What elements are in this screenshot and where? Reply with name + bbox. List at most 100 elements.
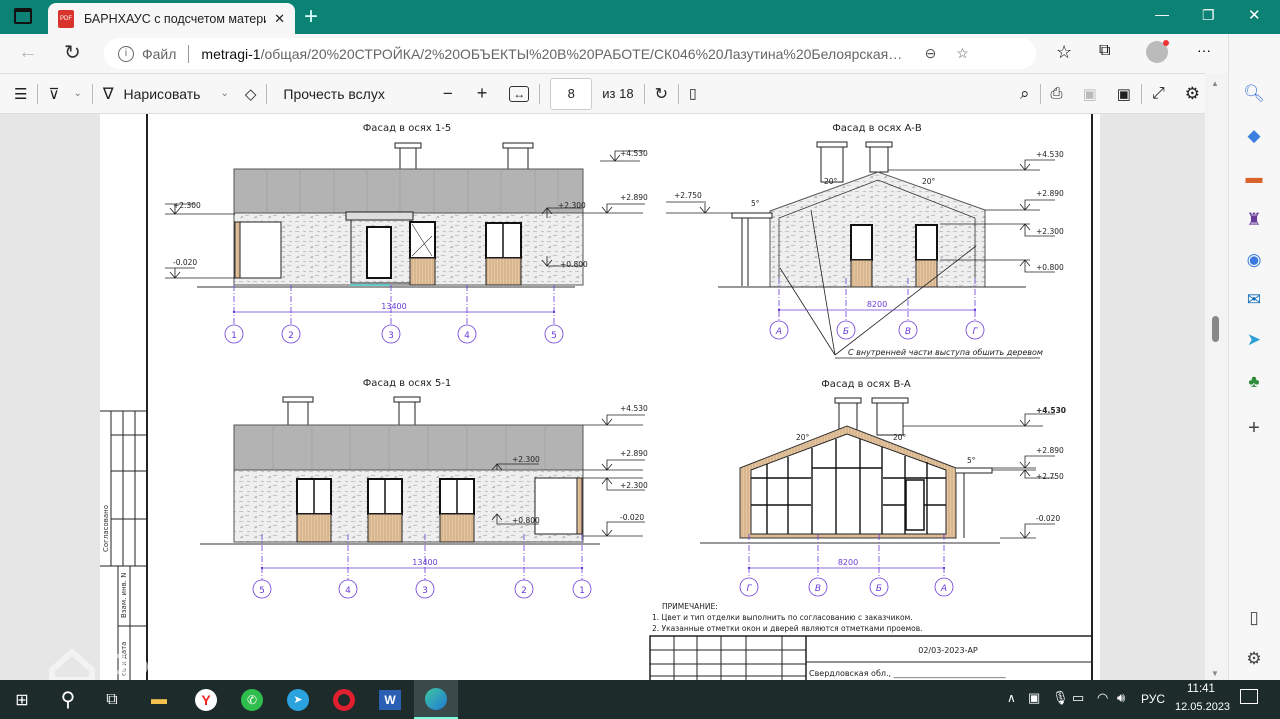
tree-icon[interactable]: ♣ [1242, 370, 1266, 394]
url-host: metragi-1 [201, 45, 261, 62]
level-label: +4.530 [1036, 406, 1066, 415]
close-window-button[interactable]: ✕ [1248, 6, 1261, 24]
pdf-viewport: Согласовано Взам. инв. N сь и дата Фасад… [0, 114, 1205, 680]
slope-label: 20° [893, 433, 907, 442]
add-favorite-icon[interactable]: ☆ [956, 45, 969, 62]
search-icon[interactable]: ⌕ [1020, 84, 1030, 104]
fit-width-icon[interactable]: ↔ [509, 85, 530, 102]
file-label: Файл [142, 45, 177, 62]
settings-icon[interactable]: ⚙ [1242, 647, 1266, 671]
slope-label: 20° [796, 433, 810, 442]
url-path: /общая/20%20СТРОЙКА/2%20ОБЪЕКТЫ%20В%20РА… [260, 45, 911, 62]
word-icon[interactable]: W [368, 680, 412, 719]
search-icon[interactable]: ⚲ [46, 680, 90, 719]
outlook-icon[interactable]: ✉ [1242, 288, 1266, 312]
level-label: +4.530 [1036, 150, 1064, 159]
search-icon[interactable]: 🔍︎ [1242, 82, 1266, 106]
minimize-button[interactable]: — [1155, 6, 1169, 22]
rotate-icon[interactable]: ↻ [655, 84, 668, 104]
task-view-icon[interactable]: ⧉ [90, 680, 134, 719]
domclick-watermark: Домклик [49, 647, 250, 680]
volume-icon[interactable]: 🔊︎ [1117, 690, 1125, 706]
level-label: +0.800 [560, 260, 588, 269]
fullscreen-icon[interactable]: ⤢ [1152, 85, 1165, 103]
level-label: +2.300 [512, 455, 540, 464]
info-icon[interactable]: i [118, 45, 134, 62]
facade-title: Фасад в осях 5-1 [363, 378, 452, 389]
contents-icon[interactable]: ☰ [14, 85, 27, 103]
axis-label: 1 [231, 331, 237, 341]
whatsapp-icon[interactable]: ✆ [230, 680, 274, 719]
notification-center-icon[interactable] [1240, 689, 1258, 704]
address-bar[interactable]: i Файл metragi-1 /общая/20%20СТРОЙКА/2%2… [104, 38, 1036, 69]
tray-chevron-icon[interactable]: ∧ [1007, 691, 1016, 705]
page-view-icon[interactable]: ▯ [689, 85, 697, 102]
favorites-icon[interactable]: ☆ [1056, 42, 1072, 63]
axis-label: 1 [579, 586, 585, 596]
windows-start-icon[interactable]: ⊞ [0, 680, 44, 719]
axis-label: 5 [259, 586, 265, 596]
chevron-down-icon[interactable]: ⌄ [73, 88, 81, 99]
edge-icon[interactable] [414, 680, 458, 719]
page-number-input[interactable]: 8 [550, 77, 593, 110]
close-tab-icon[interactable]: ✕ [274, 11, 285, 27]
eraser-icon[interactable]: ◇ [245, 85, 257, 103]
cladding-note: С внутренней части выступа обшить дерево… [848, 348, 1043, 357]
settings-icon[interactable]: ⚙ [1185, 84, 1200, 104]
games-chess-icon[interactable]: ♜ [1242, 208, 1266, 232]
collections-icon[interactable]: ⧉ [1099, 42, 1110, 60]
language-indicator[interactable]: РУС [1141, 692, 1165, 706]
axis-label: 3 [422, 586, 428, 596]
zoom-out-button[interactable]: − [443, 84, 453, 104]
highlight-icon[interactable]: ⊽ [48, 85, 59, 103]
level-label: +2.750 [674, 191, 702, 200]
tools-briefcase-icon[interactable]: ▬ [1242, 166, 1266, 190]
opera-icon[interactable] [322, 680, 366, 719]
scroll-down-arrow[interactable]: ▼ [1211, 669, 1219, 678]
zoom-in-button[interactable]: + [477, 83, 488, 104]
level-label: +2.300 [1036, 227, 1064, 236]
send-icon[interactable]: ➤ [1242, 328, 1266, 352]
tab-active[interactable]: PDF БАРНХАУС с подсчетом матери ✕ [48, 3, 295, 34]
notes-heading: ПРИМЕЧАНИЕ: [662, 602, 718, 611]
level-label: +2.890 [1036, 446, 1064, 455]
vertical-scrollbar[interactable]: ▲ ▼ [1205, 73, 1228, 680]
wifi-icon[interactable]: ◠ [1097, 690, 1108, 706]
yandex-browser-icon[interactable]: Y [184, 680, 228, 719]
new-tab-button[interactable]: + [304, 3, 318, 31]
refresh-icon[interactable]: ↻ [64, 40, 81, 65]
clock-date[interactable]: 12.05.2023 [1175, 701, 1230, 713]
save-as-icon[interactable]: ▣ [1117, 85, 1131, 103]
sidebar-toggle-icon[interactable]: ▯ [1242, 606, 1266, 630]
axis-label: 2 [288, 331, 294, 341]
file-explorer-icon[interactable]: ▬ [137, 680, 181, 719]
draw-button[interactable]: Нарисовать [124, 86, 201, 102]
level-label: +2.300 [620, 481, 648, 490]
scroll-up-arrow[interactable]: ▲ [1211, 79, 1219, 88]
read-aloud-button[interactable]: Прочесть вслух [283, 86, 384, 102]
edge-sidebar: 🔍︎ ◆ ▬ ♜ ◉ ✉ ➤ ♣ + ▯ ⚙ [1228, 34, 1280, 680]
microsoft-365-icon[interactable]: ◉ [1242, 248, 1266, 272]
clock-time[interactable]: 11:41 [1187, 683, 1215, 695]
pdf-toolbar: ☰ ⊽ ⌄ ∇ Нарисовать ⌄ ◇ Прочесть вслух − … [0, 73, 1228, 114]
chevron-down-icon[interactable]: ⌄ [220, 88, 228, 99]
tab-bar: PDF БАРНХАУС с подсчетом матери ✕ + — ❐ … [0, 0, 1280, 34]
scrollbar-thumb[interactable] [1212, 316, 1219, 342]
shopping-tag-icon[interactable]: ◆ [1242, 124, 1266, 148]
facade-title: Фасад в осях В-А [821, 379, 911, 390]
telegram-icon[interactable]: ➤ [276, 680, 320, 719]
meet-now-icon[interactable]: ▣ [1028, 690, 1040, 706]
microphone-icon[interactable]: 🎙︎ [1052, 690, 1069, 706]
back-arrow-icon[interactable]: ← [18, 41, 38, 64]
tab-actions-icon[interactable] [14, 8, 32, 24]
battery-icon[interactable]: ▭ [1072, 690, 1084, 706]
slope-label: 20° [824, 177, 838, 186]
zoom-icon[interactable]: ⊖ [925, 45, 937, 62]
drawing-code: 02/03-2023-АР [918, 646, 978, 655]
print-icon[interactable]: ⎙ [1051, 85, 1063, 102]
draw-icon[interactable]: ∇ [103, 84, 114, 104]
add-icon[interactable]: + [1242, 416, 1266, 440]
level-label: -0.020 [173, 258, 197, 267]
restore-button[interactable]: ❐ [1202, 7, 1215, 24]
more-menu-button[interactable]: ··· [1197, 42, 1211, 58]
